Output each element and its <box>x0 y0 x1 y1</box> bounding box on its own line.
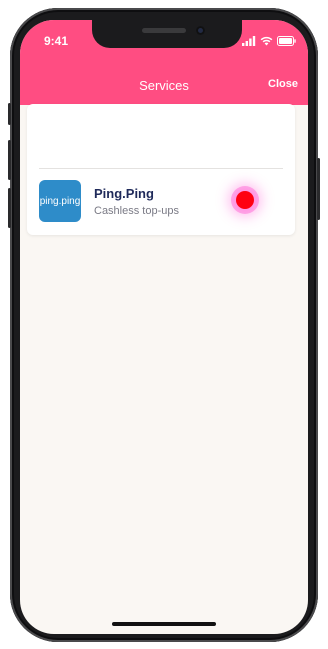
power-button <box>317 158 320 220</box>
volume-up-button <box>8 140 11 180</box>
front-camera-icon <box>196 26 205 35</box>
home-indicator[interactable] <box>112 622 216 626</box>
silent-switch <box>8 103 11 125</box>
header-bar: 9:41 Services Close <box>20 20 308 105</box>
signal-icon <box>242 36 256 46</box>
service-name: Ping.Ping <box>94 186 154 201</box>
wifi-icon <box>260 36 273 46</box>
service-item-ping-ping[interactable]: ping.ping Ping.Ping Cashless top-ups <box>39 180 289 224</box>
divider <box>39 168 283 169</box>
speaker-grille <box>142 28 186 33</box>
ping-ping-logo-icon: ping.ping <box>39 180 81 222</box>
status-icons <box>242 36 296 46</box>
volume-down-button <box>8 188 11 228</box>
camera-notch <box>92 20 242 48</box>
close-button[interactable]: Close <box>268 78 298 90</box>
service-description: Cashless top-ups <box>94 205 179 217</box>
battery-icon <box>277 36 296 46</box>
phone-screen: 9:41 Services Close ping.ping Ping.Ping … <box>20 20 308 634</box>
page-title: Services <box>139 78 189 93</box>
services-card: ping.ping Ping.Ping Cashless top-ups <box>27 104 295 235</box>
status-time: 9:41 <box>44 34 69 48</box>
touch-indicator <box>236 191 254 209</box>
